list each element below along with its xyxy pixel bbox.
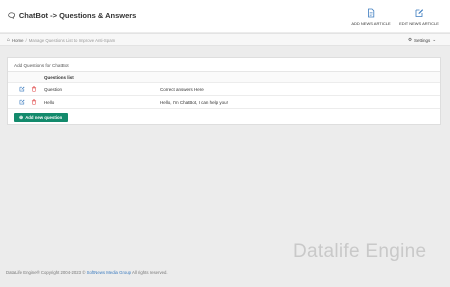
add-news-article-label: ADD NEWS ARTICLE [351, 21, 391, 26]
edit-icon[interactable] [19, 86, 25, 92]
page-title: 🗨 ChatBot -> Questions & Answers [7, 11, 136, 20]
footer-copyright: DataLife Engine® Copyright 2004-2023 © [6, 270, 86, 275]
page-title-text: ChatBot -> Questions & Answers [18, 11, 137, 20]
table-row: Hello Hello, I'm ChatBot, I can help you… [8, 96, 440, 109]
add-news-article-button[interactable]: ADD NEWS ARTICLE [351, 8, 391, 26]
breadcrumb-bar: ⌂ Home / Manage Questions List to Improv… [0, 33, 450, 46]
footer-company-link[interactable]: SoftNews Media Group [87, 270, 131, 275]
question-cell: Hello [44, 100, 55, 105]
chevron-down-icon: ⌄ [432, 37, 437, 42]
table-row: Question Correct answers Here [8, 83, 440, 96]
column-header-questions: Questions list [44, 75, 74, 80]
breadcrumb-current: Manage Questions List to Improve Anti-Sp… [28, 37, 116, 43]
add-new-question-label: Add new question [25, 115, 63, 120]
edit-news-article-button[interactable]: EDIT NEWS ARTICLE [398, 8, 440, 26]
breadcrumb: ⌂ Home / Manage Questions List to Improv… [7, 37, 115, 43]
question-cell: Question [44, 87, 63, 92]
answer-cell: Correct answers Here [160, 87, 204, 92]
footer: DataLife Engine® Copyright 2004-2023 © S… [6, 270, 168, 275]
panel-title: Add Questions for ChatBot [8, 58, 440, 72]
add-new-question-button[interactable]: ⊕ Add new question [14, 113, 69, 122]
gear-icon: ⚙ [408, 37, 413, 42]
chat-icon: 🗨 [7, 12, 16, 20]
questions-panel: Add Questions for ChatBot Questions list… [7, 57, 441, 125]
edit-icon[interactable] [19, 99, 25, 105]
edit-news-article-label: EDIT NEWS ARTICLE [399, 21, 439, 26]
plus-circle-icon: ⊕ [19, 114, 24, 121]
trash-icon[interactable] [31, 86, 37, 92]
edit-icon [415, 9, 424, 17]
document-icon [368, 8, 375, 18]
answer-cell: Hello, I'm ChatBot, I can help you! [160, 100, 228, 105]
breadcrumb-separator: / [25, 37, 27, 43]
top-bar: 🗨 ChatBot -> Questions & Answers ADD NEW… [0, 0, 450, 32]
footer-rights: All rights reserved. [132, 270, 168, 275]
table-header: Questions list [8, 72, 440, 83]
breadcrumb-home[interactable]: Home [12, 38, 23, 43]
home-icon[interactable]: ⌂ [7, 37, 10, 43]
settings-dropdown[interactable]: ⚙ Settings ⌄ [408, 37, 436, 43]
trash-icon[interactable] [31, 99, 37, 105]
watermark-logo: Datalife Engine [293, 241, 427, 262]
settings-label: Settings [414, 37, 431, 43]
